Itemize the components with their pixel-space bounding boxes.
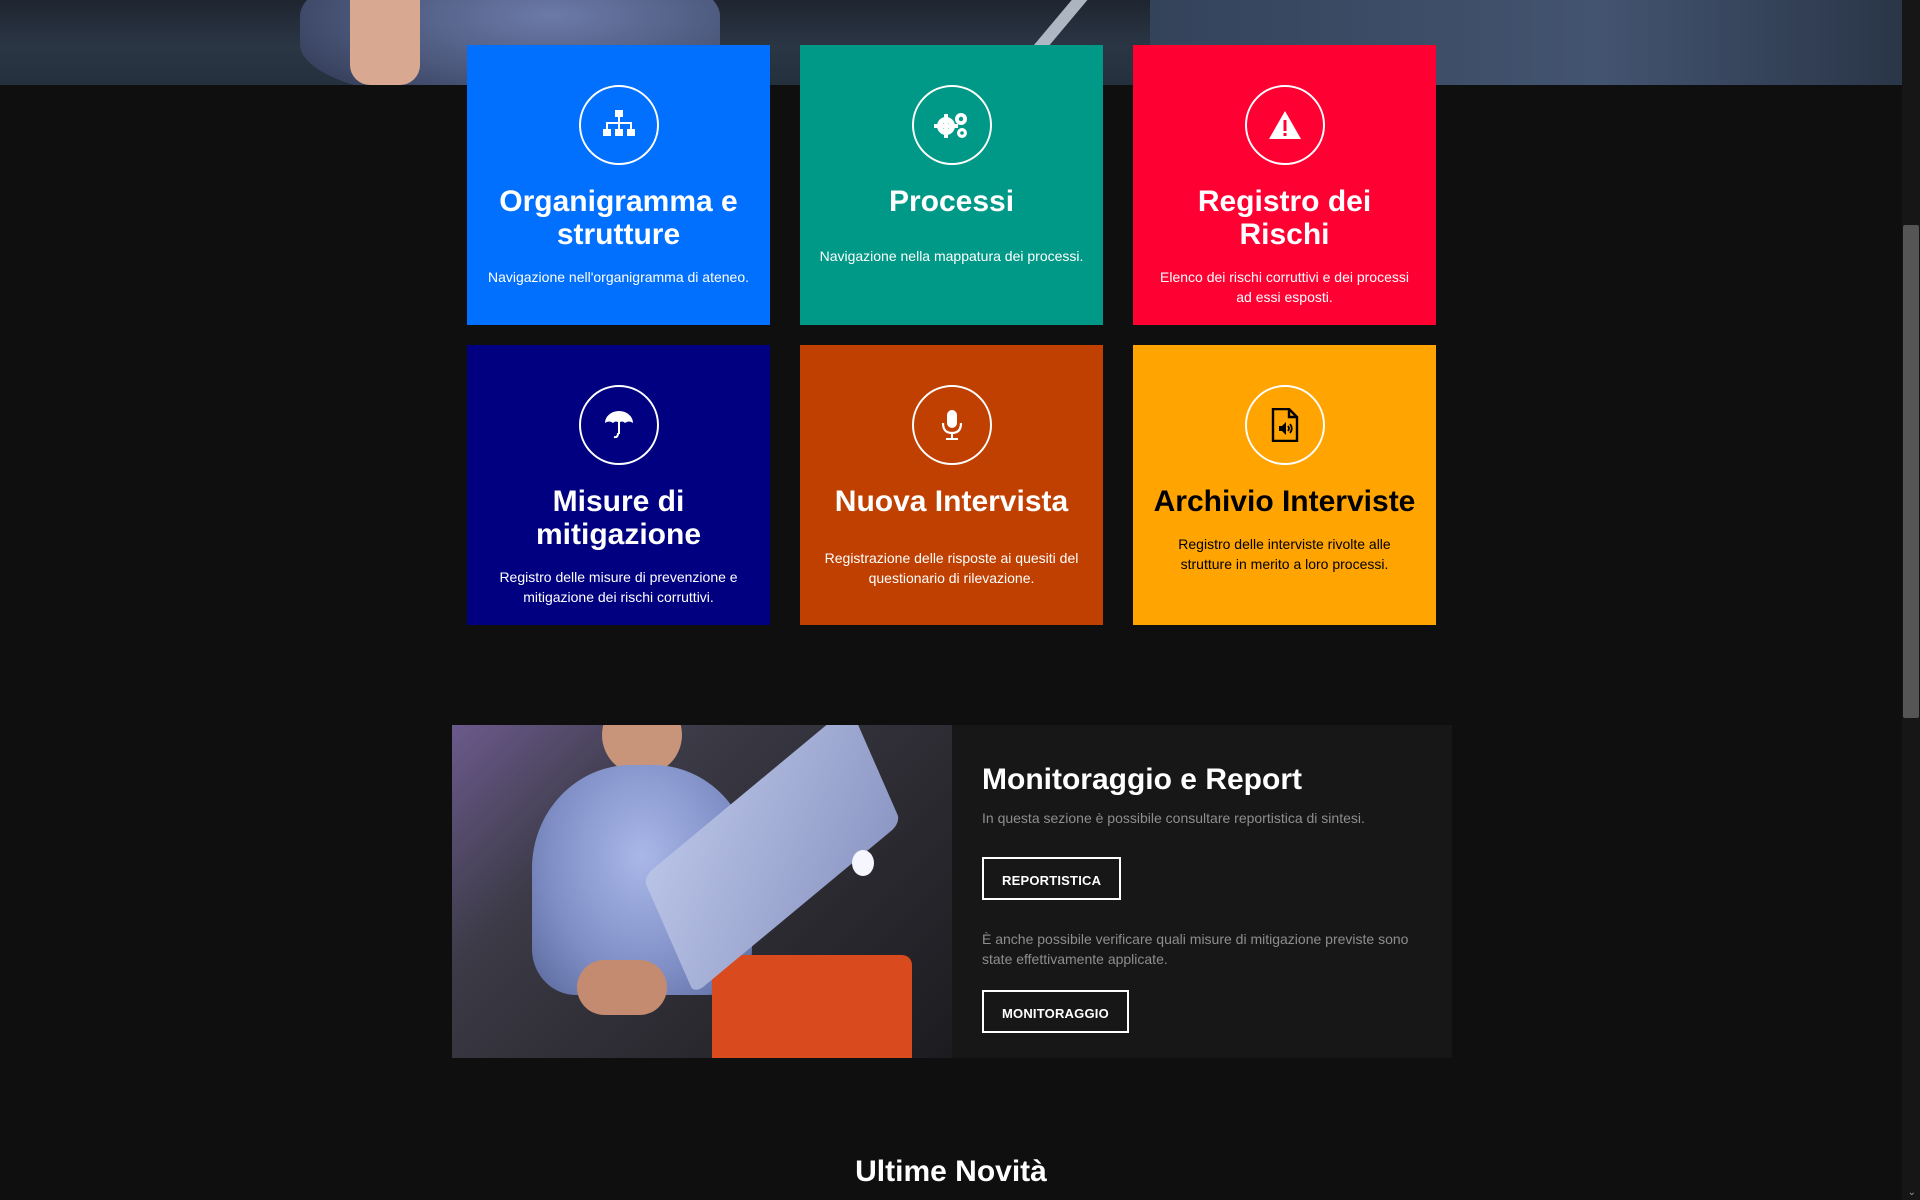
scroll-down-icon[interactable]: ⌄ xyxy=(1908,1187,1916,1198)
news-title: Ultime Novità xyxy=(855,1155,1047,1188)
tile-description: Navigazione nell'organigramma di ateneo. xyxy=(487,269,750,285)
scrollbar-thumb[interactable] xyxy=(1903,225,1919,718)
monitoraggio-button[interactable]: MONITORAGGIO xyxy=(982,990,1129,1033)
umbrella-icon xyxy=(578,385,659,465)
monitor-photo xyxy=(452,725,952,1058)
tile-title: Organigramma e strutture xyxy=(499,185,738,251)
tile-description: Registro delle misure di prevenzione e m… xyxy=(499,569,738,605)
tile-body: Registro dei Rischi Elenco dei rischi co… xyxy=(1151,185,1418,307)
monitor-text-reports: In questa sezione è possibile consultare… xyxy=(982,810,1365,826)
scrollbar[interactable]: ⌄ xyxy=(1902,0,1920,1200)
monitor-title: Monitoraggio e Report xyxy=(982,763,1302,796)
tile-nuova-intervista[interactable]: Nuova Intervista Registrazione delle ris… xyxy=(800,345,1103,625)
tile-body: Misure di mitigazione Registro delle mis… xyxy=(485,485,752,607)
warning-icon xyxy=(1244,85,1325,165)
sitemap-icon xyxy=(578,85,659,165)
hero-arm xyxy=(350,0,420,85)
photo-hands xyxy=(577,960,667,1015)
photo-table xyxy=(712,955,912,1058)
tile-title: Archivio Interviste xyxy=(1153,485,1416,518)
tile-description: Registro delle interviste rivolte alle s… xyxy=(1178,536,1391,572)
monitor-content: Monitoraggio e Report In questa sezione … xyxy=(982,763,1422,1033)
microphone-icon xyxy=(911,385,992,465)
tile-organigramma[interactable]: Organigramma e strutture Navigazione nel… xyxy=(467,45,770,325)
tile-processi[interactable]: Processi Navigazione nella mappatura dei… xyxy=(800,45,1103,325)
tile-body: Nuova Intervista Registrazione delle ris… xyxy=(818,485,1085,588)
tile-archivio-interviste[interactable]: Archivio Interviste Registro delle inter… xyxy=(1133,345,1436,625)
gears-icon xyxy=(911,85,992,165)
tile-title: Misure di mitigazione xyxy=(535,485,701,551)
tile-title: Registro dei Rischi xyxy=(1197,185,1372,251)
monitor-section: Monitoraggio e Report In questa sezione … xyxy=(452,725,1452,1058)
tile-description: Navigazione nella mappatura dei processi… xyxy=(819,248,1084,264)
tile-description: Registrazione delle risposte ai quesiti … xyxy=(824,550,1079,586)
reportistica-button[interactable]: REPORTISTICA xyxy=(982,857,1122,900)
tile-registro-rischi[interactable]: Registro dei Rischi Elenco dei rischi co… xyxy=(1133,45,1436,325)
tile-description: Elenco dei rischi corruttivi e dei proce… xyxy=(1160,269,1409,305)
tile-misure-mitigazione[interactable]: Misure di mitigazione Registro delle mis… xyxy=(467,345,770,625)
photo-laptop-logo xyxy=(852,850,874,876)
file-audio-icon xyxy=(1244,385,1325,465)
tile-body: Organigramma e strutture Navigazione nel… xyxy=(485,185,752,287)
tile-body: Archivio Interviste Registro delle inter… xyxy=(1151,485,1418,574)
monitor-text-measures: È anche possibile verificare quali misur… xyxy=(982,931,1409,967)
tile-title: Nuova Intervista xyxy=(834,485,1069,518)
tile-body: Processi Navigazione nella mappatura dei… xyxy=(818,185,1085,266)
tile-title: Processi xyxy=(888,185,1015,218)
